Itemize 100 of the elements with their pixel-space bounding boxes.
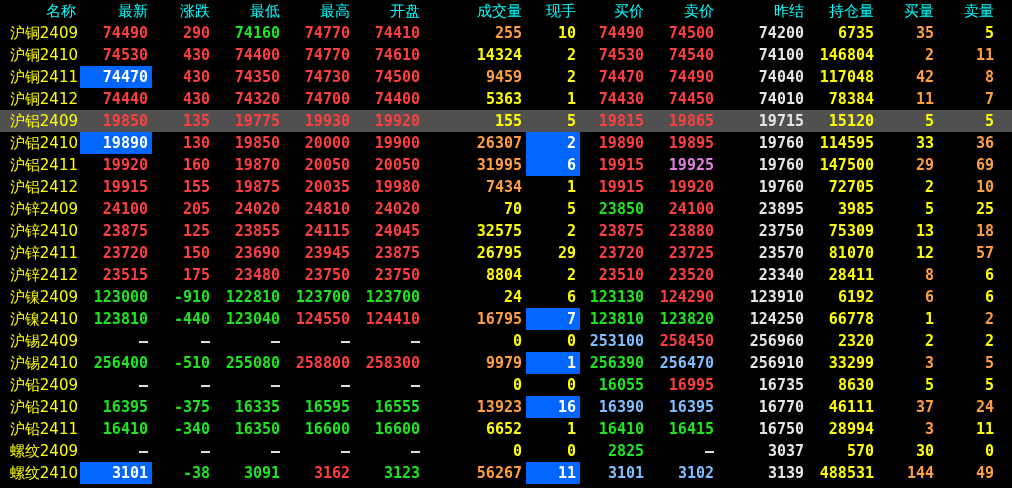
cell-value: 23720 [102, 245, 148, 261]
cell-value: — [270, 443, 280, 459]
cell-value: 2 [924, 47, 934, 63]
quote-row[interactable]: 沪铝2409 19850 135 19775 19930 19920 155 5 19815 19865 19715 15120 5 5 [0, 110, 1012, 132]
cell-value: 19930 [304, 113, 350, 129]
column-header[interactable]: 最低 [214, 0, 284, 22]
quote-row[interactable]: 沪铜2409 74490 290 74160 74770 74410 255 10 74490 74500 74200 6735 35 5 [0, 22, 1012, 44]
quote-row[interactable]: 沪锌2411 23720 150 23690 23945 23875 26795 29 23720 23725 23570 81070 12 57 [0, 242, 1012, 264]
quote-row[interactable]: 沪铜2410 74530 430 74400 74770 74610 14324 2 74530 74540 74100 146804 2 11 [0, 44, 1012, 66]
cell-value: 74440 [102, 91, 148, 107]
cell-value: 3091 [243, 465, 280, 481]
cell-value: — [410, 443, 420, 459]
quote-row[interactable]: 沪锌2409 24100 205 24020 24810 24020 70 5 23850 24100 23895 3985 5 25 [0, 198, 1012, 220]
column-header[interactable]: 持仓量 [808, 0, 878, 22]
column-header[interactable]: 涨跌 [152, 0, 214, 22]
quote-row[interactable]: 沪铝2412 19915 155 19875 20035 19980 7434 1 19915 19920 19760 72705 2 10 [0, 176, 1012, 198]
cell-value: 24810 [304, 201, 350, 217]
cell-value: 74490 [598, 25, 644, 41]
cell-value: 74490 [668, 69, 714, 85]
cell-value: 117048 [819, 69, 874, 85]
cell-value: 74200 [758, 25, 804, 41]
cell-value: 74770 [304, 25, 350, 41]
cell-value: 23340 [758, 267, 804, 283]
cell-value: 31995 [476, 157, 522, 173]
contract-name: 沪铜2411 [8, 67, 79, 88]
cell-value: 19775 [234, 113, 280, 129]
cell-value: 19915 [598, 179, 644, 195]
cell-value: 24020 [374, 201, 420, 217]
quote-row[interactable]: 沪铝2411 19920 160 19870 20050 20050 31995 6 19915 19925 19760 147500 29 69 [0, 154, 1012, 176]
quote-row[interactable]: 沪镍2410 123810 -440 123040 124550 124410 16795 7 123810 123820 124250 66778 1 2 [0, 308, 1012, 330]
cell-value: 122810 [225, 289, 280, 305]
column-header[interactable]: 开盘 [354, 0, 424, 22]
quote-row[interactable]: 螺纹2409 — — — — — 0 0 2825 — 3037 570 30 0 [0, 440, 1012, 462]
column-header[interactable]: 最高 [284, 0, 354, 22]
cell-value: 74400 [374, 91, 420, 107]
quote-row[interactable]: 沪锌2410 23875 125 23855 24115 24045 32575 2 23875 23880 23750 75309 13 18 [0, 220, 1012, 242]
quote-row[interactable]: 沪锡2409 — — — — — 0 0 253100 258450 256960 2320 2 2 [0, 330, 1012, 352]
cell-value: 123700 [295, 289, 350, 305]
quote-row[interactable]: 沪镍2409 123000 -910 122810 123700 123700 24 6 123130 124290 123910 6192 6 6 [0, 286, 1012, 308]
quote-row[interactable]: 沪锌2412 23515 175 23480 23750 23750 8804 2 23510 23520 23340 28411 8 6 [0, 264, 1012, 286]
cell-value: 19890 [598, 135, 644, 151]
quote-row[interactable]: 沪铝2410 19890 130 19850 20000 19900 26307 2 19890 19895 19760 114595 33 36 [0, 132, 1012, 154]
cell-value: 8 [924, 267, 934, 283]
cell-value: — [138, 377, 148, 393]
cell-value: 19920 [102, 157, 148, 173]
column-header[interactable]: 买量 [878, 0, 938, 22]
cell-value: 19920 [668, 179, 714, 195]
quote-row[interactable]: 螺纹2410 3101 -38 3091 3162 3123 56267 11 3101 3102 3139 488531 144 49 [0, 462, 1012, 484]
cell-value: 6 [984, 267, 994, 283]
column-header[interactable]: 名称 [0, 0, 80, 22]
cell-value: 74490 [102, 25, 148, 41]
cell-value: 16600 [374, 421, 420, 437]
column-header[interactable]: 现手 [526, 0, 580, 22]
quote-row[interactable]: 沪铅2410 16395 -375 16335 16595 16555 13923 16 16390 16395 16770 46111 37 24 [0, 396, 1012, 418]
quote-row[interactable]: 沪铅2409 — — — — — 0 0 16055 16995 16735 8630 5 5 [0, 374, 1012, 396]
cell-value: 74500 [668, 25, 714, 41]
column-header[interactable]: 买价 [580, 0, 648, 22]
column-header[interactable]: 昨结 [718, 0, 808, 22]
cell-value: 0 [512, 377, 522, 393]
cell-value: 23750 [758, 223, 804, 239]
quote-row[interactable]: 沪铜2412 74440 430 74320 74700 74400 5363 1 74430 74450 74010 78384 11 7 [0, 88, 1012, 110]
cell-value: 7 [566, 311, 576, 327]
cell-value: 19715 [758, 113, 804, 129]
column-header[interactable]: 最新 [80, 0, 152, 22]
cell-value: -510 [173, 355, 210, 371]
cell-value: 24100 [102, 201, 148, 217]
cell-value: 23570 [758, 245, 804, 261]
cell-value: 2 [924, 333, 934, 349]
cell-value: 1 [566, 179, 576, 195]
cell-value: 19900 [374, 135, 420, 151]
cell-value: 74100 [758, 47, 804, 63]
cell-value: 23690 [234, 245, 280, 261]
cell-value: 8630 [837, 377, 874, 393]
cell-value: 74540 [668, 47, 714, 63]
column-header[interactable]: 卖量 [938, 0, 998, 22]
cell-value: 19925 [668, 157, 714, 173]
quote-row[interactable]: 沪铅2411 16410 -340 16350 16600 16600 6652 1 16410 16415 16750 28994 3 11 [0, 418, 1012, 440]
cell-value: 258300 [365, 355, 420, 371]
column-header[interactable]: 卖价 [648, 0, 718, 22]
cell-value: 5 [924, 113, 934, 129]
cell-value: 74730 [304, 69, 350, 85]
cell-value: 74040 [758, 69, 804, 85]
cell-value: 256910 [749, 355, 804, 371]
cell-value: 66778 [828, 311, 874, 327]
quote-row[interactable]: 沪锡2410 256400 -510 255080 258800 258300 9979 1 256390 256470 256910 33299 3 5 [0, 352, 1012, 374]
cell-value: 11 [557, 465, 576, 481]
cell-value: 19760 [758, 157, 804, 173]
cell-value: 0 [512, 333, 522, 349]
cell-value: 3139 [767, 465, 804, 481]
cell-value: 74010 [758, 91, 804, 107]
cell-value: 23720 [598, 245, 644, 261]
column-header[interactable]: 成交量 [424, 0, 526, 22]
cell-value: 19920 [374, 113, 420, 129]
contract-name: 沪铝2412 [8, 177, 79, 198]
cell-value: 124290 [659, 289, 714, 305]
cell-value: 28411 [828, 267, 874, 283]
cell-value: 19915 [598, 157, 644, 173]
quote-row[interactable]: 沪铜2411 74470 430 74350 74730 74500 9459 2 74470 74490 74040 117048 42 8 [0, 66, 1012, 88]
contract-name: 螺纹2410 [8, 463, 79, 484]
cell-value: 5 [566, 113, 576, 129]
